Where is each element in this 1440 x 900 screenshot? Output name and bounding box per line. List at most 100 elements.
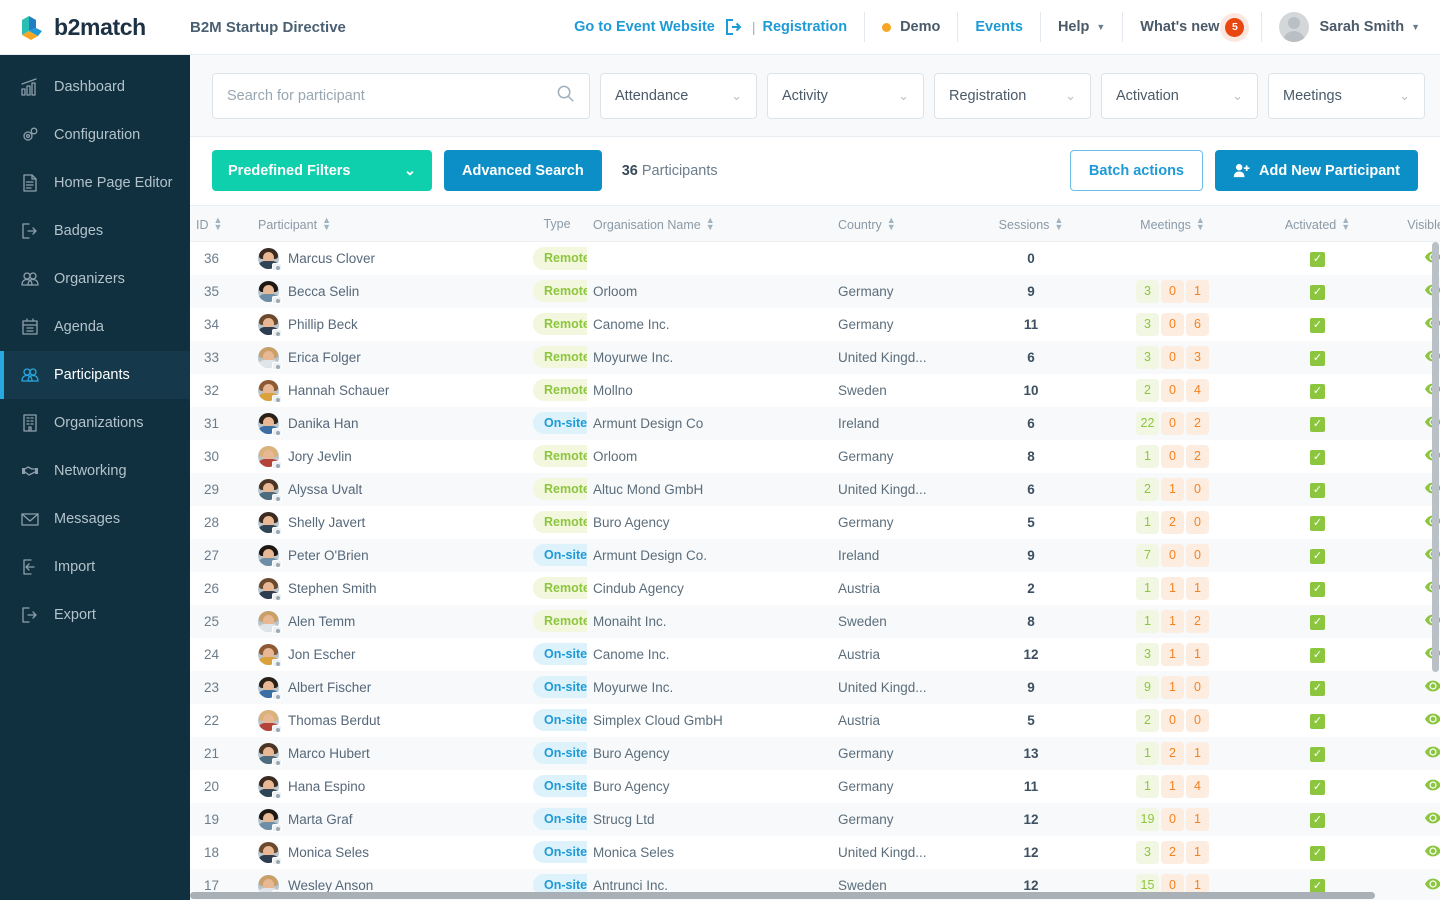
brand-zone[interactable]: b2match xyxy=(0,0,190,54)
add-new-participant-button[interactable]: Add New Participant xyxy=(1215,150,1418,191)
cell-activated[interactable]: ✓ xyxy=(1255,341,1380,374)
checkbox-checked-icon[interactable]: ✓ xyxy=(1310,681,1325,696)
batch-actions-button[interactable]: Batch actions xyxy=(1070,150,1203,191)
cell-participant[interactable]: Danika Han xyxy=(252,407,527,440)
cell-participant[interactable]: Marco Hubert xyxy=(252,737,527,770)
table-row[interactable]: 21Marco HubertOn-siteBuro AgencyGermany1… xyxy=(190,737,1440,770)
column-header-sessions[interactable]: Sessions▲▼ xyxy=(972,206,1090,242)
sidebar-item-export[interactable]: Export xyxy=(0,591,190,639)
sort-icon[interactable]: ▲▼ xyxy=(706,217,715,231)
cell-activated[interactable]: ✓ xyxy=(1255,572,1380,605)
cell-activated[interactable]: ✓ xyxy=(1255,671,1380,704)
checkbox-checked-icon[interactable]: ✓ xyxy=(1310,516,1325,531)
checkbox-checked-icon[interactable]: ✓ xyxy=(1310,450,1325,465)
checkbox-checked-icon[interactable]: ✓ xyxy=(1310,813,1325,828)
column-header-country[interactable]: Country▲▼ xyxy=(832,206,972,242)
column-header-meetings[interactable]: Meetings▲▼ xyxy=(1090,206,1255,242)
table-row[interactable]: 32Hannah SchauerRemoteMollnoSweden10204✓… xyxy=(190,374,1440,407)
cell-activated[interactable]: ✓ xyxy=(1255,638,1380,671)
filter-registration[interactable]: Registration ⌄ xyxy=(934,73,1091,119)
sort-icon[interactable]: ▲▼ xyxy=(214,217,223,231)
cell-activated[interactable]: ✓ xyxy=(1255,605,1380,638)
table-row[interactable]: 19Marta GrafOn-siteStrucg LtdGermany1219… xyxy=(190,803,1440,836)
sort-icon[interactable]: ▲▼ xyxy=(887,217,896,231)
cell-activated[interactable]: ✓ xyxy=(1255,275,1380,308)
table-row[interactable]: 31Danika HanOn-siteArmunt Design CoIrela… xyxy=(190,407,1440,440)
nav-help[interactable]: Help ▼ xyxy=(1041,12,1123,42)
cell-activated[interactable]: ✓ xyxy=(1255,440,1380,473)
cell-participant[interactable]: Alyssa Uvalt xyxy=(252,473,527,506)
sort-icon[interactable]: ▲▼ xyxy=(1196,217,1205,231)
search-icon[interactable] xyxy=(556,84,575,108)
cell-participant[interactable]: Thomas Berdut xyxy=(252,704,527,737)
checkbox-checked-icon[interactable]: ✓ xyxy=(1310,615,1325,630)
table-row[interactable]: 26Stephen SmithRemoteCindub AgencyAustri… xyxy=(190,572,1440,605)
cell-activated[interactable]: ✓ xyxy=(1255,407,1380,440)
sidebar-item-dashboard[interactable]: Dashboard xyxy=(0,63,190,111)
table-row[interactable]: 29Alyssa UvaltRemoteAltuc Mond GmbHUnite… xyxy=(190,473,1440,506)
advanced-search-button[interactable]: Advanced Search xyxy=(444,150,602,191)
sidebar-item-badges[interactable]: Badges xyxy=(0,207,190,255)
checkbox-checked-icon[interactable]: ✓ xyxy=(1310,582,1325,597)
cell-participant[interactable]: Jon Escher xyxy=(252,638,527,671)
cell-participant[interactable]: Marcus Clover xyxy=(252,242,527,275)
cell-participant[interactable]: Erica Folger xyxy=(252,341,527,374)
table-row[interactable]: 18Monica SelesOn-siteMonica SelesUnited … xyxy=(190,836,1440,869)
table-row[interactable]: 34Phillip BeckRemoteCanome Inc.Germany11… xyxy=(190,308,1440,341)
table-row[interactable]: 36Marcus CloverRemote0✓0 xyxy=(190,242,1440,275)
cell-participant[interactable]: Jory Jevlin xyxy=(252,440,527,473)
table-row[interactable]: 20Hana EspinoOn-siteBuro AgencyGermany11… xyxy=(190,770,1440,803)
cell-activated[interactable]: ✓ xyxy=(1255,242,1380,275)
cell-participant[interactable]: Phillip Beck xyxy=(252,308,527,341)
sidebar-item-agenda[interactable]: Agenda xyxy=(0,303,190,351)
cell-activated[interactable]: ✓ xyxy=(1255,506,1380,539)
horizontal-scrollbar[interactable] xyxy=(190,891,1431,900)
column-header-organisation-name[interactable]: Organisation Name▲▼ xyxy=(587,206,832,242)
cell-activated[interactable]: ✓ xyxy=(1255,803,1380,836)
checkbox-checked-icon[interactable]: ✓ xyxy=(1310,351,1325,366)
sort-icon[interactable]: ▲▼ xyxy=(322,217,331,231)
cell-participant[interactable]: Hana Espino xyxy=(252,770,527,803)
external-link-icon[interactable] xyxy=(723,17,743,37)
filter-attendance[interactable]: Attendance ⌄ xyxy=(600,73,757,119)
table-row[interactable]: 30Jory JevlinRemoteOrloomGermany8102✓0 xyxy=(190,440,1440,473)
filter-activity[interactable]: Activity ⌄ xyxy=(767,73,924,119)
cell-activated[interactable]: ✓ xyxy=(1255,539,1380,572)
sidebar-item-import[interactable]: Import xyxy=(0,543,190,591)
table-row[interactable]: 23Albert FischerOn-siteMoyurwe Inc.Unite… xyxy=(190,671,1440,704)
cell-participant[interactable]: Becca Selin xyxy=(252,275,527,308)
table-row[interactable]: 24Jon EscherOn-siteCanome Inc.Austria123… xyxy=(190,638,1440,671)
sort-icon[interactable]: ▲▼ xyxy=(1054,217,1063,231)
registration-link[interactable]: Registration xyxy=(762,19,847,35)
table-row[interactable]: 33Erica FolgerRemoteMoyurwe Inc.United K… xyxy=(190,341,1440,374)
cell-participant[interactable]: Alen Temm xyxy=(252,605,527,638)
checkbox-checked-icon[interactable]: ✓ xyxy=(1310,846,1325,861)
column-header-participant[interactable]: Participant▲▼ xyxy=(252,206,527,242)
cell-participant[interactable]: Marta Graf xyxy=(252,803,527,836)
vertical-scrollbar-thumb[interactable] xyxy=(1432,242,1439,672)
cell-activated[interactable]: ✓ xyxy=(1255,737,1380,770)
sidebar-item-organizers[interactable]: Organizers xyxy=(0,255,190,303)
sidebar-item-organizations[interactable]: Organizations xyxy=(0,399,190,447)
cell-activated[interactable]: ✓ xyxy=(1255,374,1380,407)
checkbox-checked-icon[interactable]: ✓ xyxy=(1310,714,1325,729)
cell-participant[interactable]: Shelly Javert xyxy=(252,506,527,539)
table-row[interactable]: 25Alen TemmRemoteMonaiht Inc.Sweden8112✓… xyxy=(190,605,1440,638)
checkbox-checked-icon[interactable]: ✓ xyxy=(1310,549,1325,564)
horizontal-scrollbar-thumb[interactable] xyxy=(190,892,1375,899)
column-header-id[interactable]: ID▲▼ xyxy=(190,206,252,242)
checkbox-checked-icon[interactable]: ✓ xyxy=(1310,384,1325,399)
sidebar-item-networking[interactable]: Networking xyxy=(0,447,190,495)
cell-participant[interactable]: Monica Seles xyxy=(252,836,527,869)
demo-indicator[interactable]: Demo xyxy=(865,12,958,42)
sort-icon[interactable]: ▲▼ xyxy=(1341,217,1350,231)
table-row[interactable]: 22Thomas BerdutOn-siteSimplex Cloud GmbH… xyxy=(190,704,1440,737)
nav-events[interactable]: Events xyxy=(958,12,1041,42)
sidebar-item-configuration[interactable]: Configuration xyxy=(0,111,190,159)
sidebar-item-participants[interactable]: Participants xyxy=(0,351,190,399)
search-box[interactable] xyxy=(212,73,590,119)
cell-participant[interactable]: Stephen Smith xyxy=(252,572,527,605)
checkbox-checked-icon[interactable]: ✓ xyxy=(1310,780,1325,795)
cell-participant[interactable]: Hannah Schauer xyxy=(252,374,527,407)
sidebar-item-home-page-editor[interactable]: Home Page Editor xyxy=(0,159,190,207)
